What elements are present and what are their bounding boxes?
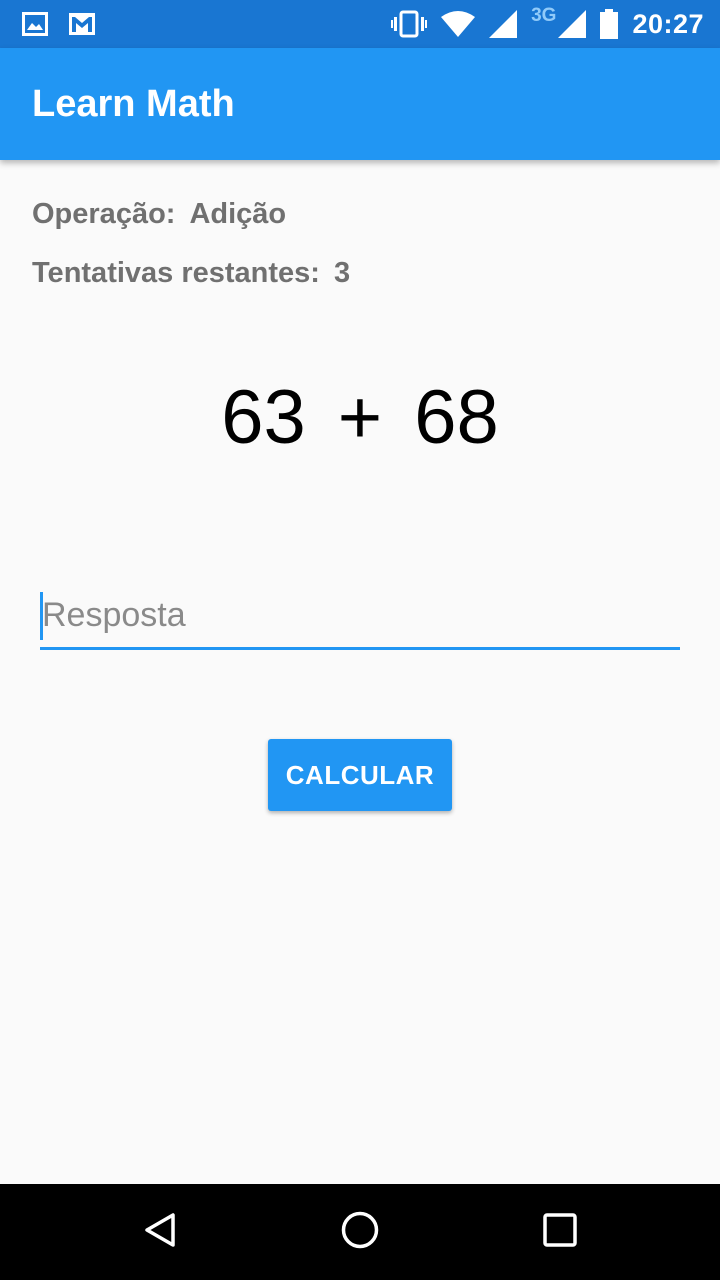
back-icon [140, 1210, 180, 1255]
calculate-button[interactable]: CALCULAR [268, 739, 452, 811]
left-operand: 63 [221, 375, 306, 460]
signal-3g-icon: 3G [531, 5, 587, 38]
operation-label: Operação: [32, 198, 176, 230]
text-cursor [40, 592, 43, 640]
wifi-icon [441, 11, 476, 37]
attempts-line: Tentativas restantes: 3 [32, 257, 350, 290]
home-button[interactable] [300, 1184, 420, 1280]
gmail-icon [68, 12, 96, 36]
battery-icon [600, 9, 619, 39]
screen: 3G 20:27 Learn Math Operação: Adição Tent… [0, 0, 720, 1280]
app-bar: Learn Math [0, 48, 720, 160]
back-button[interactable] [100, 1184, 220, 1280]
signal-icon [489, 10, 518, 38]
status-bar: 3G 20:27 [0, 0, 720, 48]
recents-icon [540, 1210, 580, 1255]
attempts-label: Tentativas restantes: [32, 257, 320, 289]
operator: + [337, 375, 383, 460]
operation-value: Adição [189, 198, 287, 230]
recents-button[interactable] [500, 1184, 620, 1280]
navigation-bar [0, 1184, 720, 1280]
right-operand: 68 [414, 375, 499, 460]
app-title: Learn Math [32, 82, 235, 125]
vibrate-icon [391, 10, 428, 38]
equation: 63 + 68 [0, 374, 720, 461]
clock: 20:27 [632, 8, 704, 39]
attempts-value: 3 [333, 257, 351, 289]
answer-input[interactable] [40, 590, 680, 650]
operation-line: Operação: Adição [32, 198, 286, 231]
network-type-label: 3G [531, 5, 557, 26]
image-notification-icon [22, 12, 48, 36]
home-icon [340, 1210, 380, 1255]
